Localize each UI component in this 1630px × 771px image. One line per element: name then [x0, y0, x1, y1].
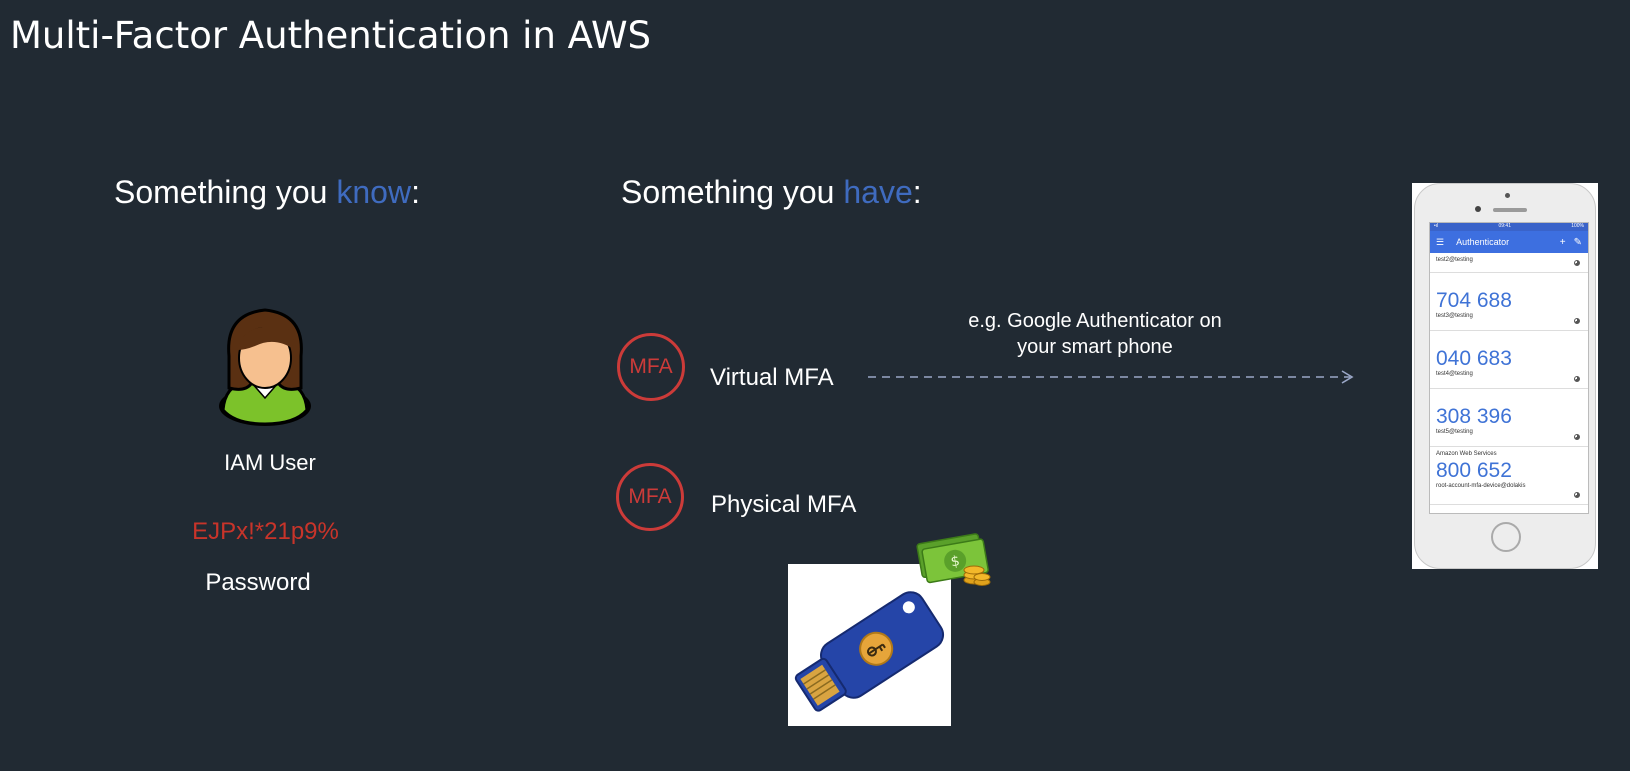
entry-code: 704 688	[1436, 289, 1512, 312]
know-heading-suffix: :	[411, 174, 420, 210]
entry-account: test3@testing	[1436, 313, 1473, 319]
timer-icon	[1574, 318, 1580, 324]
authenticator-app-bar: ☰ Authenticator + ✎	[1430, 231, 1588, 253]
status-battery: 100%	[1571, 223, 1584, 229]
authenticator-entry: test2@testing	[1430, 253, 1588, 273]
home-button[interactable]	[1491, 522, 1521, 552]
entry-issuer: Amazon Web Services	[1436, 451, 1497, 457]
entry-account: test4@testing	[1436, 371, 1473, 377]
phone-status-bar: •ıl 09:41 100%	[1430, 223, 1588, 231]
user-avatar-icon	[219, 308, 311, 426]
timer-icon	[1574, 260, 1580, 266]
authenticator-app-title: Authenticator	[1456, 237, 1510, 247]
menu-icon[interactable]: ☰	[1436, 237, 1444, 248]
iam-user-label: IAM User	[224, 450, 316, 475]
dashed-arrow-icon	[868, 370, 1354, 384]
password-label: Password	[205, 569, 311, 596]
edit-icon[interactable]: ✎	[1574, 237, 1582, 248]
example-note: e.g. Google Authenticator on your smart …	[950, 308, 1240, 360]
example-note-line2: your smart phone	[1017, 336, 1173, 358]
entry-account: root-account-mfa-device@dolakis	[1436, 483, 1526, 489]
authenticator-entry: 704 688 test3@testing	[1430, 273, 1588, 331]
status-time: 09:41	[1498, 223, 1511, 229]
have-heading-suffix: :	[912, 174, 922, 210]
cash-coins-icon: $	[916, 533, 991, 586]
phone-screen: •ıl 09:41 100% ☰ Authenticator + ✎ test2…	[1429, 222, 1589, 514]
smartphone-icon: •ıl 09:41 100% ☰ Authenticator + ✎ test2…	[1412, 183, 1598, 569]
know-heading-accent: know	[336, 174, 412, 210]
entry-code: 308 396	[1436, 405, 1512, 428]
know-heading-prefix: Something you	[114, 174, 337, 210]
phone-body: •ıl 09:41 100% ☰ Authenticator + ✎ test2…	[1414, 183, 1596, 569]
authenticator-entry: 040 683 test4@testing	[1430, 331, 1588, 389]
virtual-mfa-label: Virtual MFA	[710, 364, 834, 391]
virtual-mfa-badge-icon: MFA	[617, 333, 685, 401]
have-heading-accent: have	[843, 174, 913, 210]
authenticator-entry: Amazon Web Services 800 652 root-account…	[1430, 447, 1588, 505]
have-heading-prefix: Something you	[621, 174, 844, 210]
know-heading: Something you know:	[114, 174, 420, 211]
timer-icon	[1574, 434, 1580, 440]
slide-title: Multi-Factor Authentication in AWS	[10, 14, 652, 57]
phone-speaker	[1493, 208, 1527, 212]
phone-camera	[1505, 193, 1510, 198]
physical-mfa-label: Physical MFA	[711, 491, 857, 518]
authenticator-entry: 308 396 test5@testing	[1430, 389, 1588, 447]
timer-icon	[1574, 376, 1580, 382]
entry-account: test2@testing	[1436, 257, 1473, 263]
entry-code: 800 652	[1436, 459, 1512, 482]
timer-icon	[1574, 492, 1580, 498]
physical-mfa-badge-icon: MFA	[616, 463, 684, 531]
status-signal: •ıl	[1434, 223, 1439, 229]
entry-code: 040 683	[1436, 347, 1512, 370]
have-heading: Something you have:	[621, 174, 922, 211]
example-note-line1: e.g. Google Authenticator on	[968, 310, 1222, 332]
add-icon[interactable]: +	[1560, 237, 1566, 248]
password-value: EJPx!*21p9%	[192, 518, 339, 545]
phone-front-camera	[1475, 206, 1481, 212]
entry-account: test5@testing	[1436, 429, 1473, 435]
